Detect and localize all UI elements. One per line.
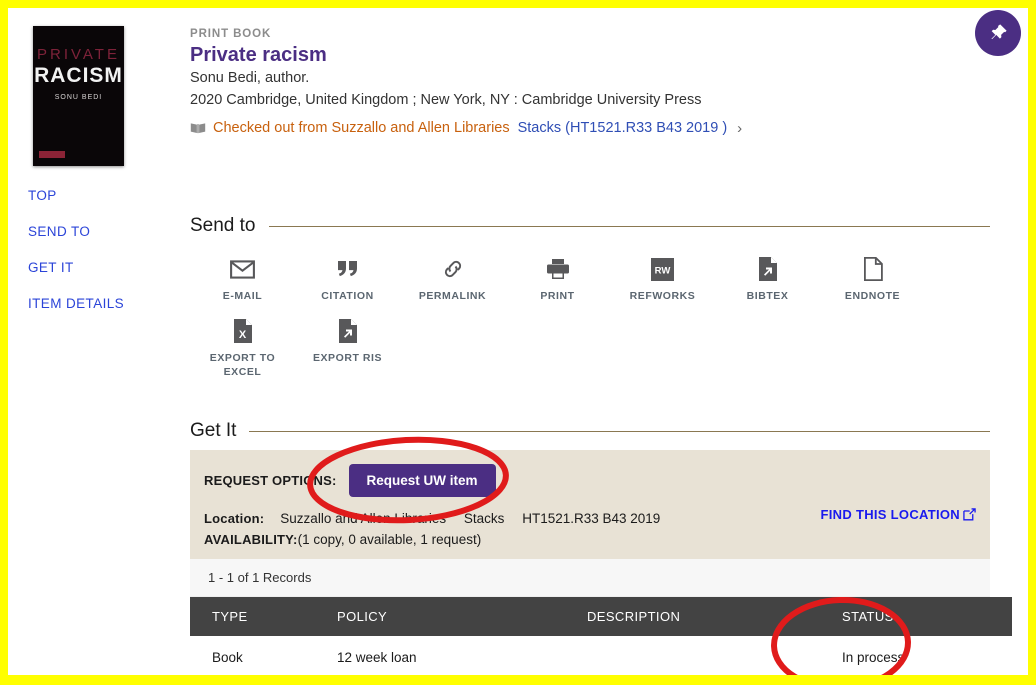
send-to-email[interactable]: E-MAIL [190,255,295,303]
records-count: 1 - 1 of 1 Records [190,559,990,597]
send-to-citation[interactable]: CITATION [295,255,400,303]
availability-row: AVAILABILITY: (1 copy, 0 available, 1 re… [204,532,976,547]
cell-status: In process [842,636,1012,679]
availability-status-text: Checked out from Suzzallo and Allen Libr… [213,120,510,137]
holdings-table: TYPE POLICY DESCRIPTION STATUS Book 12 w… [190,597,1012,679]
request-uw-item-button[interactable]: Request UW item [348,464,496,497]
column-header-type[interactable]: TYPE [190,597,337,636]
cell-type: Book [190,636,337,679]
record-author: Sonu Bedi, author. [190,70,310,86]
cover-author: SONU BEDI [54,94,103,101]
section-nav: TOP SEND TO GET IT ITEM DETAILS [28,188,124,332]
send-to-label: CITATION [321,290,374,302]
column-header-policy[interactable]: POLICY [337,597,587,636]
svg-text:RW: RW [655,265,671,276]
send-to-label: ENDNOTE [844,290,901,302]
availability-location-link[interactable]: Stacks (HT1521.R33 B43 2019 ) [518,120,728,136]
record-title[interactable]: Private racism [190,44,990,67]
find-this-location-link[interactable]: FIND THIS LOCATION [821,507,976,522]
book-cover[interactable]: PRIVATE RACISM SONU BEDI [33,26,124,166]
table-header-row: TYPE POLICY DESCRIPTION STATUS [190,597,1012,636]
availability-value: (1 copy, 0 available, 1 request) [297,532,482,547]
record-type: PRINT BOOK [190,28,272,40]
find-this-location-label: FIND THIS LOCATION [820,507,960,522]
sidebar-item-item-details[interactable]: ITEM DETAILS [28,296,124,311]
pushpin-icon [991,24,1007,39]
send-to-label: PERMALINK [418,290,487,302]
send-to-label: REFWORKS [629,290,696,302]
pin-record-button[interactable] [975,10,1021,56]
cover-title-line2: RACISM [34,64,123,87]
send-to-label: E-MAIL [222,290,263,302]
send-to-export-ris[interactable]: EXPORT RIS [295,317,400,379]
send-to-label: EXPORT RIS [312,352,383,365]
record-header: PRINT BOOK Private racism Sonu Bedi, aut… [190,28,990,137]
send-to-bibtex[interactable]: BIBTEX [715,255,820,303]
external-link-icon [963,508,976,521]
send-to-permalink[interactable]: PERMALINK [400,255,505,303]
link-icon [400,255,505,283]
location-collection: Stacks [463,511,505,526]
table-row[interactable]: Book 12 week loan In process [190,636,1012,679]
record-availability-line: Checked out from Suzzallo and Allen Libr… [190,120,990,137]
send-to-refworks[interactable]: RW REFWORKS [610,255,715,303]
envelope-icon [190,255,295,283]
column-header-status[interactable]: STATUS [842,597,1012,636]
send-to-actions: E-MAIL CITATION PERMALINK PRINT RW REFWO… [190,255,990,394]
send-to-label: BIBTEX [746,290,789,302]
record-page: PRIVATE RACISM SONU BEDI PRINT BOOK Priv… [0,0,1036,685]
cover-publisher-strip [39,151,65,158]
send-to-heading-label: Send to [190,215,256,236]
get-it-heading: Get It [190,420,990,442]
request-options-label: REQUEST OPTIONS: [204,473,337,488]
get-it-heading-label: Get It [190,420,237,441]
get-it-panel: REQUEST OPTIONS: Request UW item Locatio… [190,450,1012,679]
cover-title-line1: PRIVATE [37,46,120,63]
excel-file-icon: X [190,317,295,345]
record-publication: 2020 Cambridge, United Kingdom ; New Yor… [190,92,702,109]
document-icon [820,255,925,283]
sidebar-item-top[interactable]: TOP [28,188,124,203]
bibtex-file-icon [715,255,820,283]
refworks-icon: RW [610,255,715,283]
request-options-box: REQUEST OPTIONS: Request UW item Locatio… [190,450,990,559]
column-header-description[interactable]: DESCRIPTION [587,597,842,636]
sidebar-item-send-to[interactable]: SEND TO [28,224,124,239]
location-library: Suzzallo and Allen Libraries [280,511,447,526]
chevron-right-icon[interactable]: › [737,120,742,137]
send-to-label: EXPORT TO EXCEL [209,352,276,379]
quote-icon [295,255,400,283]
location-values: Suzzallo and Allen Libraries Stacks HT15… [280,511,674,526]
open-book-icon [190,123,206,134]
availability-label: AVAILABILITY: [204,532,298,547]
ris-file-icon [295,317,400,345]
location-label: Location: [204,511,265,526]
printer-icon [505,255,610,283]
send-to-endnote[interactable]: ENDNOTE [820,255,925,303]
send-to-heading: Send to [190,215,990,237]
cell-policy: 12 week loan [337,636,587,679]
send-to-label: PRINT [540,290,575,302]
cell-description [587,636,842,679]
request-options-row: REQUEST OPTIONS: Request UW item [204,464,976,497]
location-callnumber: HT1521.R33 B43 2019 [522,511,661,526]
heading-rule [249,430,990,432]
svg-text:X: X [238,329,246,341]
send-to-print[interactable]: PRINT [505,255,610,303]
send-to-export-excel[interactable]: X EXPORT TO EXCEL [190,317,295,379]
sidebar-item-get-it[interactable]: GET IT [28,260,124,275]
heading-rule [268,225,990,227]
